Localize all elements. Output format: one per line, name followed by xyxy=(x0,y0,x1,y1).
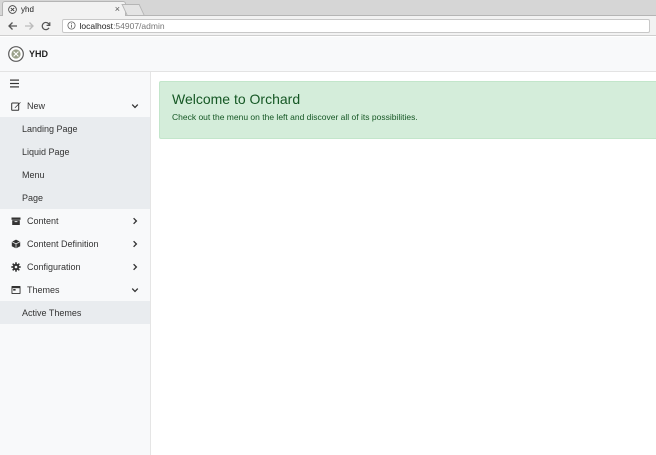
sidebar-item-label: Configuration xyxy=(27,261,81,272)
chevron-right-icon xyxy=(133,263,138,270)
sidebar-subitem-landing-page[interactable]: Landing Page xyxy=(0,117,150,140)
sidebar-item-label: Themes xyxy=(27,284,60,295)
archive-icon xyxy=(11,217,21,225)
new-tab-button[interactable] xyxy=(121,4,145,15)
pencil-square-icon xyxy=(11,101,21,111)
sidebar-item-label: New xyxy=(27,100,46,111)
orchard-logo-icon[interactable] xyxy=(8,46,24,62)
sidebar-item-content-definition[interactable]: Content Definition xyxy=(0,232,150,255)
chevron-down-icon xyxy=(131,103,139,108)
alert-text: Check out the menu on the left and disco… xyxy=(172,112,418,122)
url-path: :54907/admin xyxy=(113,20,165,31)
submenu-themes: Active Themes xyxy=(0,301,150,324)
welcome-alert: Welcome to Orchard Check out the menu on… xyxy=(159,81,656,139)
browser-tab-strip: yhd × xyxy=(0,0,656,16)
chevron-right-icon xyxy=(133,217,138,224)
hamburger-icon xyxy=(10,79,19,87)
admin-sidebar: New Landing Page Liquid Page Menu Page C… xyxy=(0,72,151,455)
close-tab-icon[interactable]: × xyxy=(115,4,120,14)
arrow-left-icon xyxy=(7,21,17,30)
cog-icon xyxy=(11,261,21,272)
address-bar[interactable]: localhost:54907/admin xyxy=(61,18,650,33)
sidebar-item-label: Content Definition xyxy=(27,238,99,249)
orchard-favicon-icon xyxy=(8,4,17,14)
url-host: localhost xyxy=(79,20,114,31)
app-header: YHD xyxy=(0,37,656,72)
brand-name[interactable]: YHD xyxy=(29,49,48,59)
sidebar-subitem-page[interactable]: Page xyxy=(0,186,150,209)
reload-button[interactable] xyxy=(39,19,53,33)
sidebar-item-content[interactable]: Content xyxy=(0,209,150,232)
forward-button[interactable] xyxy=(23,19,37,33)
sidebar-subitem-liquid-page[interactable]: Liquid Page xyxy=(0,140,150,163)
browser-tab-title: yhd xyxy=(21,4,34,14)
main-content: Welcome to Orchard Check out the menu on… xyxy=(151,72,656,455)
chevron-down-icon xyxy=(131,287,139,292)
browser-toolbar: localhost:54907/admin xyxy=(0,16,656,36)
arrow-right-icon xyxy=(25,21,35,30)
menu-toggle-button[interactable] xyxy=(0,72,150,94)
cube-icon xyxy=(11,239,21,248)
sidebar-subitem-menu[interactable]: Menu xyxy=(0,163,150,186)
alert-title: Welcome to Orchard xyxy=(172,91,301,107)
sidebar-item-configuration[interactable]: Configuration xyxy=(0,255,150,278)
browser-tab[interactable]: yhd × xyxy=(2,1,126,16)
chevron-right-icon xyxy=(133,240,138,247)
sidebar-item-themes[interactable]: Themes xyxy=(0,278,150,301)
window-icon xyxy=(11,285,21,294)
sidebar-item-label: Content xyxy=(27,215,59,226)
submenu-new: Landing Page Liquid Page Menu Page xyxy=(0,117,150,209)
sidebar-subitem-active-themes[interactable]: Active Themes xyxy=(0,301,150,324)
reload-icon xyxy=(41,21,51,30)
sidebar-item-new[interactable]: New xyxy=(0,94,150,117)
info-icon xyxy=(66,21,76,30)
back-button[interactable] xyxy=(6,19,20,33)
